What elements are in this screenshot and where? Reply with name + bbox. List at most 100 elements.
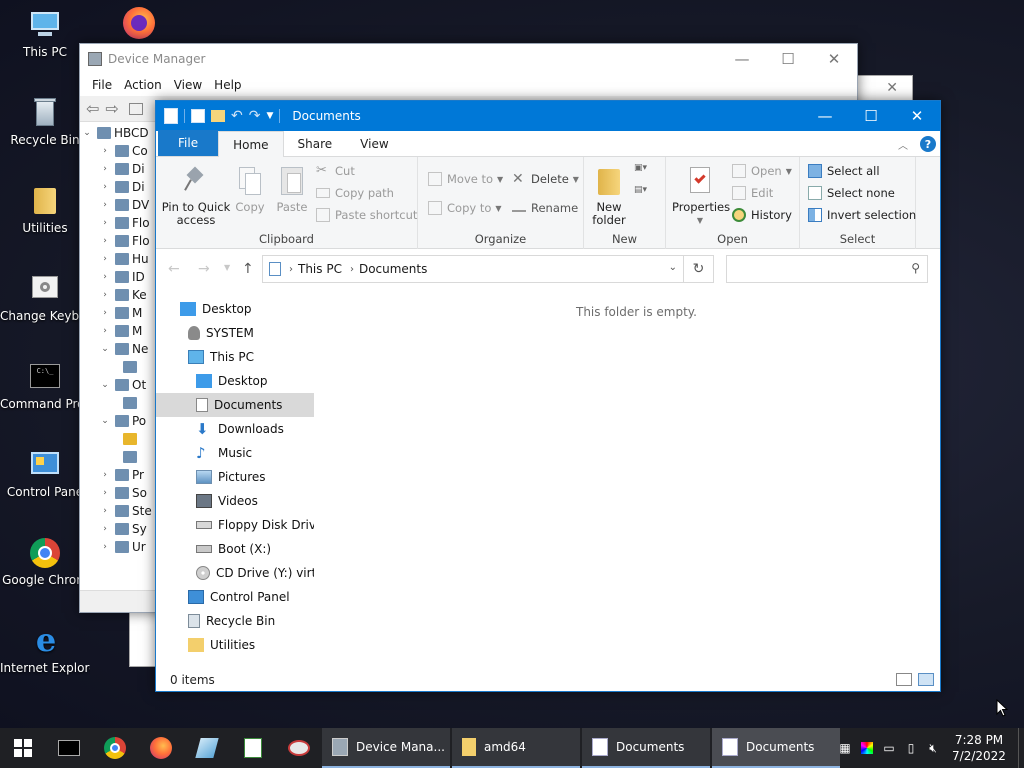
nav-item-utilities[interactable]: Utilities bbox=[156, 633, 314, 657]
select-all-button[interactable]: Select all bbox=[808, 161, 880, 181]
tab-file[interactable]: File bbox=[158, 130, 219, 156]
move-to-button[interactable]: Move to ▼ bbox=[428, 169, 503, 189]
pin-to-quick-access-button[interactable]: Pin to Quick access bbox=[160, 163, 232, 227]
show-desktop-button[interactable] bbox=[1018, 728, 1024, 768]
desktop-icon-internet-explorer[interactable]: e Internet Explorer bbox=[0, 624, 90, 676]
tree-item[interactable]: › Pr bbox=[80, 466, 157, 484]
refresh-icon[interactable]: ↻ bbox=[683, 256, 713, 282]
menu-help[interactable]: Help bbox=[208, 78, 247, 92]
tree-item[interactable]: ⌄ Ne bbox=[80, 340, 157, 358]
open-button[interactable]: Open ▼ bbox=[732, 161, 792, 181]
tree-item[interactable] bbox=[80, 430, 157, 448]
nav-item-videos[interactable]: Videos bbox=[156, 489, 314, 513]
back-arrow-icon[interactable]: ← bbox=[168, 261, 180, 277]
tree-item[interactable]: › ID bbox=[80, 268, 157, 286]
back-arrow-icon[interactable]: ⇦ bbox=[86, 99, 99, 118]
desktop-icon-recycle-bin[interactable]: Recycle Bin bbox=[0, 96, 90, 148]
new-folder-icon[interactable] bbox=[211, 110, 225, 122]
properties-icon[interactable] bbox=[128, 102, 143, 115]
nav-item-boot[interactable]: Boot (X:) bbox=[156, 537, 314, 561]
tree-item[interactable]: › M bbox=[80, 304, 157, 322]
taskbar-app-2[interactable] bbox=[230, 728, 276, 768]
menu-action[interactable]: Action bbox=[118, 78, 168, 92]
paste-shortcut-button[interactable]: Paste shortcut bbox=[316, 205, 417, 225]
tree-item[interactable]: › Ke bbox=[80, 286, 157, 304]
nav-item-cd-drive[interactable]: CD Drive (Y:) virtic bbox=[156, 561, 314, 585]
easy-access-icon[interactable]: ▤▾ bbox=[634, 185, 656, 201]
breadcrumb-documents[interactable]: Documents bbox=[359, 262, 427, 276]
nav-item-desktop[interactable]: Desktop bbox=[156, 369, 314, 393]
tab-home[interactable]: Home bbox=[218, 131, 284, 157]
taskbar-task-device-manager[interactable]: Device Mana... bbox=[322, 728, 450, 768]
tree-item[interactable]: › Ur bbox=[80, 538, 157, 556]
edit-button[interactable]: Edit bbox=[732, 183, 773, 203]
taskbar-chrome[interactable] bbox=[92, 728, 138, 768]
taskbar-firefox[interactable] bbox=[138, 728, 184, 768]
close-button[interactable]: ✕ bbox=[811, 44, 857, 74]
copy-path-button[interactable]: Copy path bbox=[316, 183, 394, 203]
desktop-icon-command-prompt[interactable]: C:\_ Command Prompt bbox=[0, 360, 90, 412]
recent-locations-chevron-icon[interactable]: ▼ bbox=[224, 263, 230, 272]
nav-item-desktop[interactable]: Desktop bbox=[156, 297, 314, 321]
copy-to-button[interactable]: Copy to ▼ bbox=[428, 198, 502, 218]
large-icons-view-icon[interactable] bbox=[918, 673, 934, 686]
nav-item-documents[interactable]: Documents bbox=[156, 393, 314, 417]
clock[interactable]: 7:28 PM 7/2/2022 bbox=[944, 732, 1014, 764]
properties-button[interactable]: Properties ▼ bbox=[672, 163, 730, 227]
delete-button[interactable]: ✕ Delete ▼ bbox=[512, 169, 579, 189]
nav-item-downloads[interactable]: ⬇ Downloads bbox=[156, 417, 314, 441]
address-bar[interactable]: › This PC › Documents ⌄ ↻ bbox=[262, 255, 714, 283]
taskbar-app-1[interactable] bbox=[184, 728, 230, 768]
undo-icon[interactable]: ↶ bbox=[231, 108, 243, 124]
document-icon[interactable] bbox=[164, 108, 178, 124]
desktop-icon-change-keyboard[interactable]: Change Keyboard Layo bbox=[0, 272, 90, 324]
desktop-icon-utilities[interactable]: Utilities bbox=[0, 184, 90, 236]
taskbar-command-prompt[interactable] bbox=[46, 728, 92, 768]
select-none-button[interactable]: Select none bbox=[808, 183, 895, 203]
properties-check-icon[interactable] bbox=[191, 109, 205, 123]
details-view-icon[interactable] bbox=[896, 673, 912, 686]
taskbar-task-amd64[interactable]: amd64 bbox=[452, 728, 580, 768]
tree-item[interactable]: › Ste bbox=[80, 502, 157, 520]
maximize-button[interactable]: ☐ bbox=[848, 101, 894, 131]
tree-item[interactable]: › Co bbox=[80, 142, 157, 160]
tree-item[interactable]: › Sy bbox=[80, 520, 157, 538]
paste-button[interactable]: Paste bbox=[272, 163, 312, 214]
volume-muted-icon[interactable]: 🔇︎ bbox=[922, 728, 944, 768]
usb-icon[interactable]: ▯ bbox=[900, 728, 922, 768]
tree-item[interactable]: › Hu bbox=[80, 250, 157, 268]
nav-item-system[interactable]: SYSTEM bbox=[156, 321, 314, 345]
menu-view[interactable]: View bbox=[168, 78, 208, 92]
nav-item-floppy[interactable]: Floppy Disk Drive bbox=[156, 513, 314, 537]
rename-button[interactable]: Rename bbox=[512, 198, 578, 218]
firefox-desktop-icon[interactable] bbox=[94, 6, 184, 43]
tree-item[interactable]: › DV bbox=[80, 196, 157, 214]
taskbar-task-documents[interactable]: Documents bbox=[582, 728, 710, 768]
search-box[interactable]: ⚲ bbox=[726, 255, 928, 283]
nav-item-control-panel[interactable]: Control Panel bbox=[156, 585, 314, 609]
tree-item[interactable]: › So bbox=[80, 484, 157, 502]
up-arrow-icon[interactable]: ↑ bbox=[242, 261, 254, 277]
maximize-button[interactable]: ☐ bbox=[765, 44, 811, 74]
tree-item[interactable]: › Di bbox=[80, 178, 157, 196]
minimize-button[interactable]: — bbox=[802, 101, 848, 131]
cut-button[interactable]: ✂ Cut bbox=[316, 161, 355, 181]
customize-chevron-icon[interactable]: ▼ bbox=[266, 111, 273, 121]
desktop-icon-control-panel[interactable]: Control Pane bbox=[0, 448, 90, 500]
forward-arrow-icon[interactable]: ⇨ bbox=[105, 99, 118, 118]
tab-share[interactable]: Share bbox=[284, 132, 347, 156]
taskbar-task-documents-active[interactable]: Documents bbox=[712, 728, 840, 768]
display-icon[interactable]: ▭ bbox=[878, 728, 900, 768]
tree-item[interactable]: › Di bbox=[80, 160, 157, 178]
tree-item[interactable]: ⌄ Ot bbox=[80, 376, 157, 394]
device-manager-titlebar[interactable]: Device Manager — ☐ ✕ bbox=[80, 44, 857, 74]
forward-arrow-icon[interactable]: → bbox=[198, 261, 210, 277]
desktop-icon-google-chrome[interactable]: Google Chrom bbox=[0, 536, 90, 588]
copy-button[interactable]: Copy bbox=[232, 163, 268, 214]
ribbon-collapse-icon[interactable]: ︿ bbox=[898, 137, 908, 152]
network-icon[interactable]: ▦ bbox=[834, 728, 856, 768]
tree-item[interactable]: › Flo bbox=[80, 214, 157, 232]
new-item-icon[interactable]: ▣▾ bbox=[634, 163, 656, 179]
invert-selection-button[interactable]: Invert selection bbox=[808, 205, 916, 225]
new-folder-button[interactable]: New folder bbox=[588, 163, 630, 227]
